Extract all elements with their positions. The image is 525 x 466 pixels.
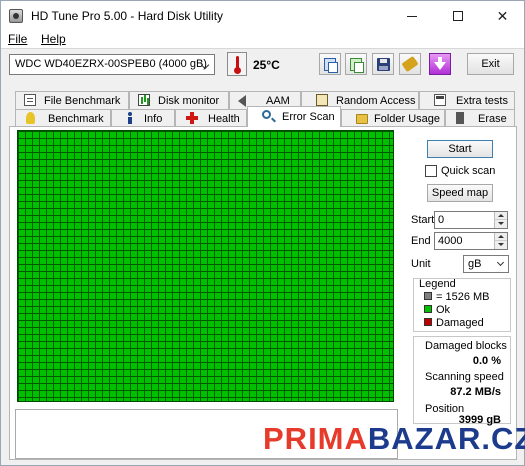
tab-error-scan[interactable]: Error Scan: [247, 106, 341, 127]
spin-down-icon[interactable]: [494, 241, 507, 249]
maximize-icon: [452, 11, 463, 21]
scan-block-map: [17, 130, 394, 402]
legend-ok-label: Ok: [436, 304, 451, 316]
title-bar: HD Tune Pro 5.00 - Hard Disk Utility ✕: [1, 1, 524, 31]
window-title: HD Tune Pro 5.00 - Hard Disk Utility: [31, 9, 224, 23]
quick-scan-checkbox[interactable]: [425, 165, 437, 177]
start-value: 0: [438, 214, 445, 226]
drive-select-value: WDC WD40EZRX-00SPEB0 (4000 gB): [15, 58, 207, 70]
scanning-speed-label: Scanning speed: [425, 371, 504, 383]
legend-damaged-label: Damaged: [436, 317, 484, 329]
copy-screenshot-button[interactable]: [345, 53, 367, 75]
exit-button[interactable]: Exit: [467, 53, 514, 75]
legend-block-size: = 1526 MB: [436, 291, 490, 303]
end-value: 4000: [438, 235, 463, 247]
download-icon: [434, 62, 446, 70]
options-button[interactable]: [399, 53, 421, 75]
minimize-button[interactable]: [389, 1, 434, 31]
minimize-icon: [406, 15, 417, 17]
menu-file[interactable]: File: [8, 32, 27, 46]
spin-up-icon[interactable]: [494, 233, 507, 241]
tab-disk-monitor[interactable]: Disk monitor: [129, 91, 229, 109]
temperature-readout: 25°C: [253, 58, 280, 72]
start-stepper[interactable]: 0: [434, 211, 508, 229]
tab-file-benchmark[interactable]: File Benchmark: [15, 91, 129, 109]
unit-select[interactable]: gB: [463, 255, 509, 273]
close-button[interactable]: ✕: [480, 1, 525, 31]
save-button[interactable]: [372, 53, 394, 75]
end-field-label: End: [411, 235, 431, 247]
scanning-speed-value: 87.2 MB/s: [450, 386, 501, 398]
info-icon: [124, 112, 136, 124]
disk-monitor-icon: [138, 94, 150, 106]
quick-scan-label: Quick scan: [441, 165, 496, 177]
thermometer-icon: [227, 52, 247, 76]
tab-info[interactable]: Info: [111, 109, 175, 127]
legend-ok-swatch: [424, 305, 432, 313]
damaged-blocks-value: 0.0 %: [472, 355, 501, 367]
options-icon: [401, 55, 419, 73]
file-benchmark-icon: [24, 94, 36, 106]
save-icon: [376, 57, 390, 71]
tab-benchmark[interactable]: Benchmark: [15, 109, 111, 127]
unit-label: Unit: [411, 258, 431, 270]
app-disk-icon: [9, 9, 23, 23]
download-button[interactable]: [429, 53, 451, 75]
legend-block-swatch: [424, 292, 432, 300]
toolbar-divider: [1, 48, 524, 49]
tab-folder-usage[interactable]: Folder Usage: [341, 109, 445, 127]
primabazar-watermark: PRIMABAZAR.CZ: [263, 421, 525, 456]
speaker-icon: [238, 95, 246, 107]
legend-damaged-swatch: [424, 318, 432, 326]
speed-map-button[interactable]: Speed map: [427, 184, 493, 202]
close-icon: ✕: [496, 7, 509, 24]
copy-text-icon: [324, 57, 338, 73]
copy-screenshot-icon: [350, 57, 364, 73]
benchmark-icon: [26, 112, 35, 124]
chevron-down-icon: [496, 258, 505, 267]
health-cross-icon: [186, 112, 198, 124]
tab-erase[interactable]: Erase: [445, 109, 515, 127]
tab-extra-tests[interactable]: Extra tests: [419, 91, 515, 109]
app-window: HD Tune Pro 5.00 - Hard Disk Utility ✕ F…: [0, 0, 525, 466]
spin-up-icon[interactable]: [494, 212, 507, 220]
damaged-blocks-label: Damaged blocks: [425, 340, 507, 352]
tab-health[interactable]: Health: [175, 109, 247, 127]
copy-text-button[interactable]: [319, 53, 341, 75]
start-button[interactable]: Start: [427, 140, 493, 158]
start-field-label: Start: [411, 214, 435, 226]
extra-tests-icon: [434, 94, 446, 106]
menu-bar: File Help: [1, 31, 524, 49]
random-access-icon: [316, 94, 328, 106]
menu-help[interactable]: Help: [41, 32, 66, 46]
maximize-button[interactable]: [435, 1, 480, 31]
folder-icon: [356, 114, 368, 124]
legend-title: Legend: [419, 278, 456, 290]
unit-select-value: gB: [468, 258, 482, 270]
drive-select[interactable]: WDC WD40EZRX-00SPEB0 (4000 gB): [9, 54, 215, 75]
spin-down-icon[interactable]: [494, 220, 507, 228]
end-stepper[interactable]: 4000: [434, 232, 508, 250]
erase-icon: [456, 112, 464, 124]
magnifier-icon: [262, 110, 271, 119]
